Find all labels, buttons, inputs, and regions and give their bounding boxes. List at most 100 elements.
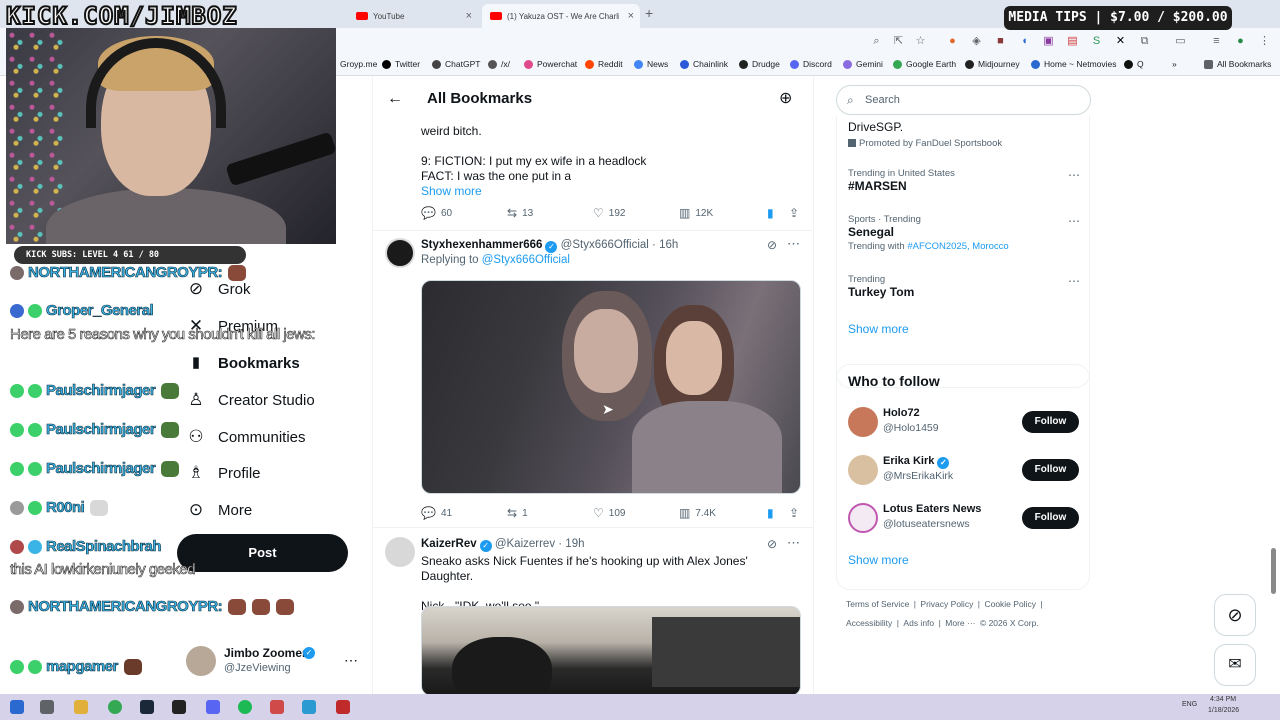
chrome-icon[interactable] (108, 700, 122, 714)
reply-button[interactable]: 💬 60 (421, 206, 452, 220)
tweet[interactable]: KaizerRev ✓ @Kaizerrev · 19h ⊘ ⋯ Sneako a… (373, 531, 813, 694)
add-bookmark-folder-icon[interactable]: ⊕ (779, 88, 792, 108)
follow-button[interactable]: Follow (1022, 507, 1079, 529)
extensions-puzzle-icon[interactable]: ⧉ (1138, 35, 1151, 48)
extension-red-icon[interactable]: ▤ (1066, 35, 1079, 48)
avatar[interactable] (385, 537, 415, 567)
bookmarks-overflow-chevron-icon[interactable]: » (1172, 59, 1177, 69)
trends-show-more-link[interactable]: Show more (848, 322, 909, 336)
bookmark-all-bookmarks[interactable]: All Bookmarks (1204, 59, 1271, 69)
like-button[interactable]: ♡ 109 (593, 506, 625, 520)
bookmark-netmovies[interactable]: Home ~ Netmovies (1031, 59, 1117, 69)
tab-search-icon[interactable]: ▭ (1174, 35, 1187, 48)
discord-icon[interactable] (206, 700, 220, 714)
menu-kebab-icon[interactable]: ⋮ (1258, 35, 1271, 48)
file-explorer-icon[interactable] (74, 700, 88, 714)
repost-button[interactable]: ⇆ 1 (507, 506, 528, 520)
bookmark-midjourney[interactable]: Midjourney (965, 59, 1020, 69)
reply-button[interactable]: 💬 41 (421, 506, 452, 520)
grok-floating-button[interactable]: ⊘ (1214, 594, 1256, 636)
install-icon[interactable]: ⇱ (892, 35, 905, 48)
extension-lock-icon[interactable]: ■ (994, 35, 1007, 48)
bookmark-gemini[interactable]: Gemini (843, 59, 883, 69)
extension-shield-icon[interactable]: ◈ (970, 35, 983, 48)
bookmark-x-board[interactable]: /x/ (488, 59, 510, 69)
extension-s-icon[interactable]: S (1090, 35, 1103, 48)
repost-button[interactable]: ⇆ 13 (507, 206, 533, 220)
clock-date[interactable]: 1/18/2026 (1208, 707, 1239, 714)
share-button[interactable]: ⇪ (789, 206, 804, 220)
grok-icon[interactable]: ⊘ (767, 537, 777, 551)
extension-fox-icon[interactable]: ● (946, 35, 959, 48)
bookmark-discord[interactable]: Discord (790, 59, 832, 69)
tweet[interactable]: Styxhexenhammer666 ✓ @Styx666Official · 1… (373, 232, 813, 528)
follow-show-more-link[interactable]: Show more (848, 553, 909, 567)
messages-floating-button[interactable]: ✉ (1214, 644, 1256, 686)
search-input[interactable]: ⌕ Search (836, 85, 1091, 115)
language-indicator[interactable]: ENG (1182, 701, 1197, 708)
new-tab-button[interactable]: + (645, 5, 653, 21)
bookmark-button[interactable]: ▮ (767, 506, 779, 520)
tweet-author-name[interactable]: KaizerRev (421, 538, 477, 550)
extension-signal-icon[interactable]: ◖ (1018, 35, 1031, 48)
tweet-author-handle[interactable]: @Kaizerrev (495, 538, 555, 550)
reading-list-icon[interactable]: ≡ (1210, 35, 1223, 48)
grok-icon[interactable]: ⊘ (767, 238, 777, 252)
follow-suggestion[interactable]: Lotus Eaters News @lotuseatersnews Follo… (837, 501, 1091, 535)
extension-square-icon[interactable]: ▣ (1042, 35, 1055, 48)
close-icon[interactable]: × (466, 10, 472, 22)
profile-avatar-icon[interactable]: ● (1234, 35, 1247, 48)
like-button[interactable]: ♡ 192 (593, 206, 625, 220)
tweet-more-icon[interactable]: ⋯ (787, 236, 800, 252)
tweet-video[interactable] (421, 606, 801, 694)
follow-suggestion[interactable]: Holo72 @Holo1459 Follow (837, 405, 1091, 439)
bookmark-twitter[interactable]: Twitter (382, 59, 420, 69)
tweet[interactable]: weird bitch. 9: FICTION: I put my ex wif… (373, 116, 813, 231)
back-arrow-icon[interactable]: ← (387, 90, 403, 108)
follow-button[interactable]: Follow (1022, 459, 1079, 481)
views-button[interactable]: ▥ 7.4K (679, 506, 716, 520)
windows-start-icon[interactable] (10, 700, 24, 714)
promo-name[interactable]: DriveSGP. (848, 120, 903, 134)
trend-more-icon[interactable]: ⋯ (1068, 274, 1080, 288)
trend-more-icon[interactable]: ⋯ (1068, 168, 1080, 182)
tweet-video[interactable]: ➤ (421, 280, 801, 494)
clock-time[interactable]: 4:34 PM (1210, 696, 1236, 703)
follow-suggestion[interactable]: Erika Kirk ✓ @MrsErikaKirk Follow (837, 453, 1091, 487)
trend-more-icon[interactable]: ⋯ (1068, 214, 1080, 228)
task-view-icon[interactable] (40, 700, 54, 714)
steam-icon[interactable] (140, 700, 154, 714)
close-icon[interactable]: × (628, 10, 634, 22)
obs-icon[interactable] (336, 700, 350, 714)
bookmark-drudge[interactable]: Drudge (739, 59, 780, 69)
bookmark-q[interactable]: Q (1124, 59, 1144, 69)
star-icon[interactable]: ☆ (914, 35, 927, 48)
zoom-icon[interactable]: ⌕ (870, 35, 883, 48)
bookmark-chatgpt[interactable]: ChatGPT (432, 59, 480, 69)
tweet-more-icon[interactable]: ⋯ (787, 535, 800, 551)
bookmark-powerchat[interactable]: Powerchat (524, 59, 577, 69)
avatar[interactable] (385, 238, 415, 268)
trend-item[interactable]: Trending Turkey Tom ⋯ (848, 274, 1080, 299)
share-button[interactable]: ⇪ (789, 506, 804, 520)
views-button[interactable]: ▥ 12K (679, 206, 713, 220)
terminal-icon[interactable] (172, 700, 186, 714)
follow-button[interactable]: Follow (1022, 411, 1079, 433)
spotify-icon[interactable] (238, 700, 252, 714)
tab-yakuza-ost[interactable]: (1) Yakuza OST - We Are Charlie × (482, 4, 640, 28)
telegram-icon[interactable] (302, 700, 316, 714)
x-extension-icon[interactable]: ✕ (1114, 35, 1127, 48)
bookmark-google-earth[interactable]: Google Earth (893, 59, 956, 69)
tweet-time[interactable]: · 19h (558, 538, 584, 550)
tweet-author-name[interactable]: Styxhexenhammer666 (421, 239, 542, 251)
bookmark-chainlink[interactable]: Chainlink (680, 59, 728, 69)
trend-item[interactable]: Sports · Trending Senegal Trending with … (848, 214, 1080, 252)
show-more-link[interactable]: Show more (421, 184, 801, 199)
tweet-author-handle[interactable]: @Styx666Official (561, 239, 649, 251)
page-scrollbar[interactable] (1271, 548, 1276, 594)
bookmark-news[interactable]: News (634, 59, 668, 69)
app-icon[interactable] (270, 700, 284, 714)
trend-item[interactable]: Trending in United States #MARSEN ⋯ (848, 168, 1080, 193)
tweet-time[interactable]: · 16h (652, 239, 678, 251)
bookmark-button[interactable]: ▮ (767, 206, 779, 220)
